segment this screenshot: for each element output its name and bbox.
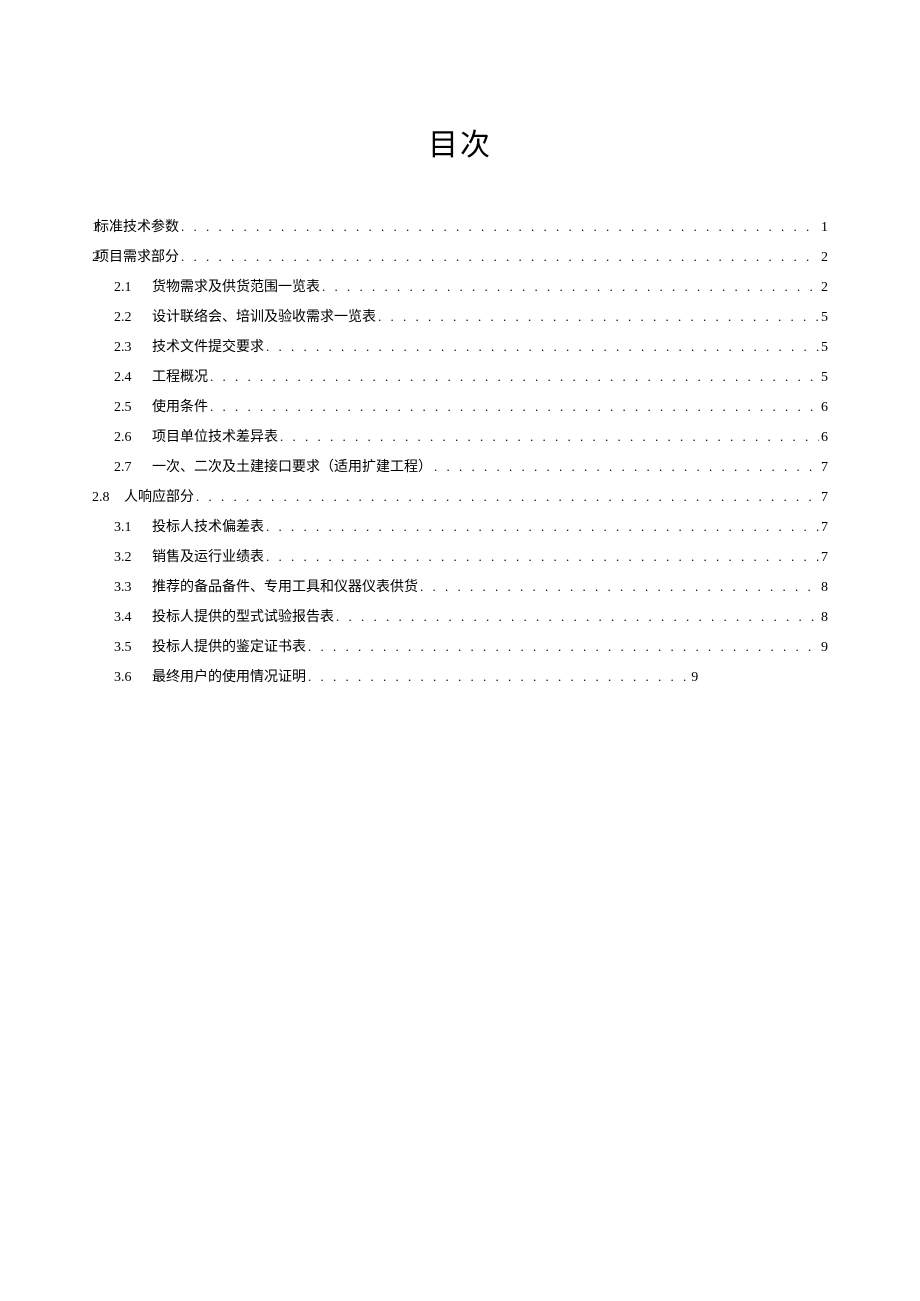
toc-leader-dots <box>308 639 819 655</box>
toc-label: 技术文件提交要求 <box>152 336 264 356</box>
page-title: 目次 <box>92 120 828 164</box>
toc-number: 2.4 <box>92 370 152 386</box>
toc-label: 设计联络会、培训及验收需求一览表 <box>152 306 376 326</box>
toc-entry: 2.2设计联络会、培训及验收需求一览表 5 <box>92 306 828 326</box>
toc-number: 3.2 <box>92 550 152 566</box>
toc-entry: 2.4工程概况 5 <box>92 366 828 386</box>
toc-label: 标准技术参数 <box>95 216 179 236</box>
toc-entry: 3.5投标人提供的鉴定证书表 9 <box>92 636 828 656</box>
toc-number: 2.7 <box>92 460 152 476</box>
toc-label: 工程概况 <box>152 366 208 386</box>
toc-label: 销售及运行业绩表 <box>152 546 264 566</box>
toc-page-number: 5 <box>821 340 828 356</box>
toc-page-number: 9 <box>821 640 828 656</box>
toc-leader-dots <box>181 249 819 265</box>
toc-page-number: 5 <box>821 370 828 386</box>
toc-number: 2.6 <box>92 430 152 446</box>
toc-page-number: 6 <box>821 430 828 446</box>
toc-entry: 3.1投标人技术偏差表 7 <box>92 516 828 536</box>
toc-page-number: 7 <box>821 550 828 566</box>
toc-leader-dots <box>336 609 819 625</box>
toc-leader-dots <box>210 399 819 415</box>
toc-page-number: 7 <box>821 520 828 536</box>
toc-label: 一次、二次及土建接口要求（适用扩建工程） <box>152 456 432 476</box>
toc-leader-dots <box>378 309 819 325</box>
toc-number: 3.3 <box>92 580 152 596</box>
toc-leader-dots <box>196 489 819 505</box>
toc-number: 2.5 <box>92 400 152 416</box>
toc-label: 投标人提供的鉴定证书表 <box>152 636 306 656</box>
toc-page-number: 2 <box>821 250 828 266</box>
toc-label: 推荐的备品备件、专用工具和仪器仪表供货 <box>152 576 418 596</box>
toc-entry: 2.8人响应部分 7 <box>92 486 828 506</box>
toc-number: 2.2 <box>92 310 152 326</box>
toc-number: 3.4 <box>92 610 152 626</box>
toc-page-number: 2 <box>821 280 828 296</box>
toc-entry: 2.7一次、二次及土建接口要求（适用扩建工程） 7 <box>92 456 828 476</box>
toc-label: 使用条件 <box>152 396 208 416</box>
toc-number: 2.3 <box>92 340 152 356</box>
toc-label: 人响应部分 <box>112 486 194 506</box>
toc-entry: 2 项目需求部分2 <box>92 246 828 266</box>
toc-entry: 3.6最终用户的使用情况证明. . . . . . . . . . . . . … <box>92 666 828 686</box>
toc-page-number: 6 <box>821 400 828 416</box>
toc-number: 2.1 <box>92 280 152 296</box>
toc-leader-dots <box>420 579 819 595</box>
toc-leader-dots <box>280 429 819 445</box>
toc-number: 2.8 <box>92 490 112 506</box>
table-of-contents: 1 标准技术参数12 项目需求部分22.1货物需求及供货范围一览表22.2设计联… <box>92 216 828 686</box>
toc-entry: 2.1货物需求及供货范围一览表 2 <box>92 276 828 296</box>
toc-label: 项目单位技术差异表 <box>152 426 278 446</box>
toc-page-number: 9 <box>691 670 698 686</box>
toc-page-number: 5 <box>821 310 828 326</box>
toc-label: 货物需求及供货范围一览表 <box>152 276 320 296</box>
toc-leader-dots <box>266 519 819 535</box>
toc-leader-dots <box>266 339 819 355</box>
toc-label: 投标人提供的型式试验报告表 <box>152 606 334 626</box>
toc-page-number: 8 <box>821 610 828 626</box>
toc-number: 3.1 <box>92 520 152 536</box>
document-page: 目次 1 标准技术参数12 项目需求部分22.1货物需求及供货范围一览表22.2… <box>0 0 920 686</box>
toc-leader-dots: . . . . . . . . . . . . . . . . . . . . … <box>308 669 689 685</box>
toc-entry: 2.6项目单位技术差异表 6 <box>92 426 828 446</box>
toc-leader-dots <box>210 369 819 385</box>
toc-leader-dots <box>266 549 819 565</box>
toc-label: 最终用户的使用情况证明 <box>152 666 306 686</box>
toc-entry: 2.5使用条件 6 <box>92 396 828 416</box>
toc-page-number: 8 <box>821 580 828 596</box>
toc-number: 3.6 <box>92 670 152 686</box>
toc-leader-dots <box>434 459 819 475</box>
toc-page-number: 1 <box>821 220 828 236</box>
toc-leader-dots <box>181 219 819 235</box>
toc-entry: 2.3技术文件提交要求 5 <box>92 336 828 356</box>
toc-leader-dots <box>322 279 819 295</box>
toc-page-number: 7 <box>821 460 828 476</box>
toc-label: 投标人技术偏差表 <box>152 516 264 536</box>
toc-entry: 3.4投标人提供的型式试验报告表 8 <box>92 606 828 626</box>
toc-label: 项目需求部分 <box>95 246 179 266</box>
toc-number: 3.5 <box>92 640 152 656</box>
toc-entry: 3.2销售及运行业绩表 7 <box>92 546 828 566</box>
toc-entry: 1 标准技术参数1 <box>92 216 828 236</box>
toc-entry: 3.3推荐的备品备件、专用工具和仪器仪表供货 8 <box>92 576 828 596</box>
toc-page-number: 7 <box>821 490 828 506</box>
